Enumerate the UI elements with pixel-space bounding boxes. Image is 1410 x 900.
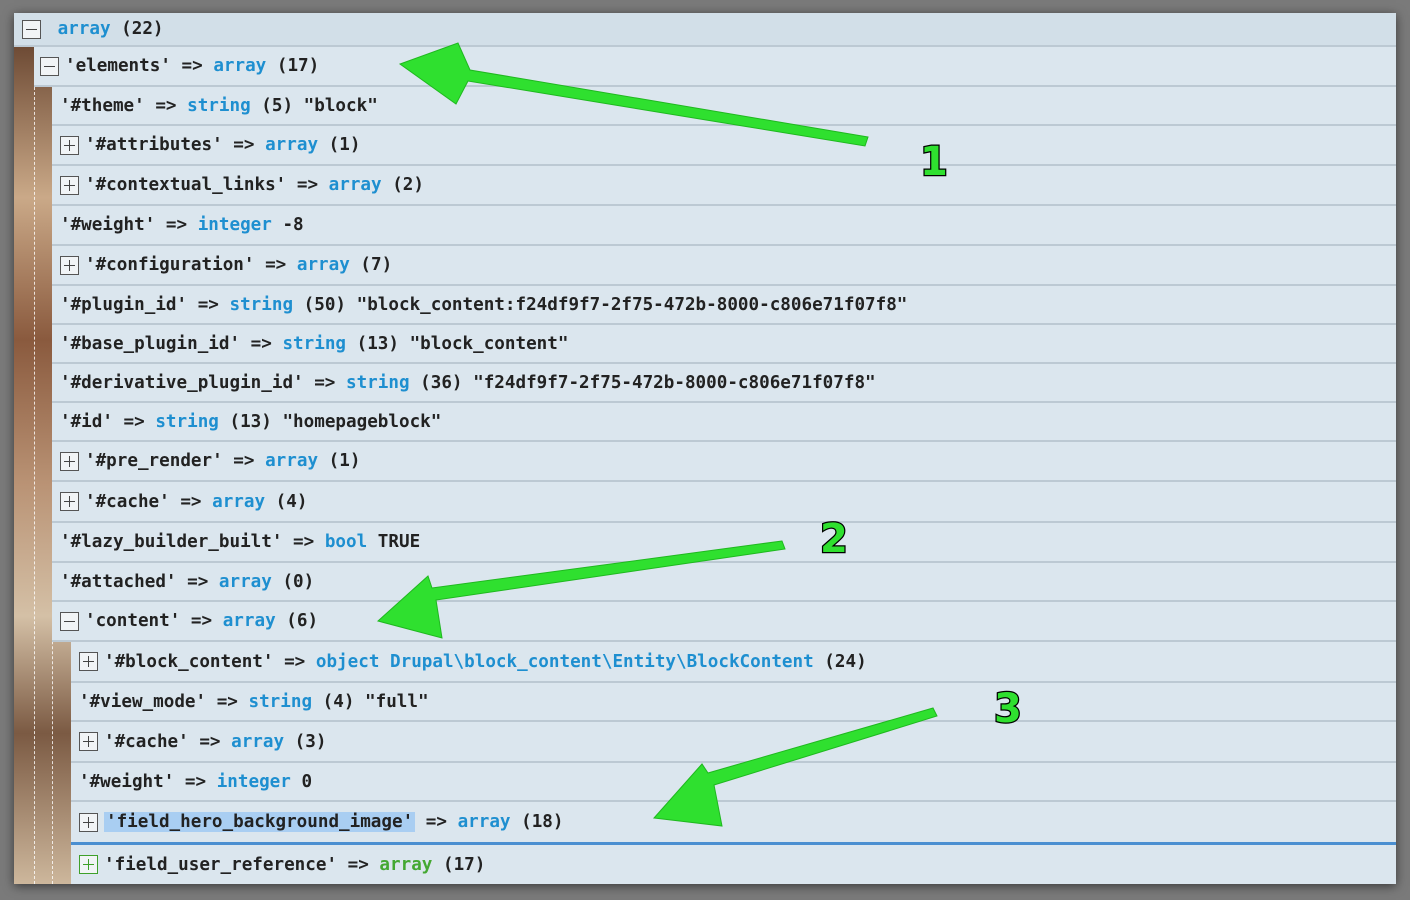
arrow-3 <box>652 707 938 827</box>
annotation-label-2: 2 <box>820 516 848 562</box>
annotation-label-3: 3 <box>994 686 1022 732</box>
arrow-2 <box>376 540 786 639</box>
arrow-1 <box>398 42 869 147</box>
annotation-label-1: 1 <box>920 139 948 185</box>
annotation-overlay: 1 2 3 <box>376 42 1023 827</box>
